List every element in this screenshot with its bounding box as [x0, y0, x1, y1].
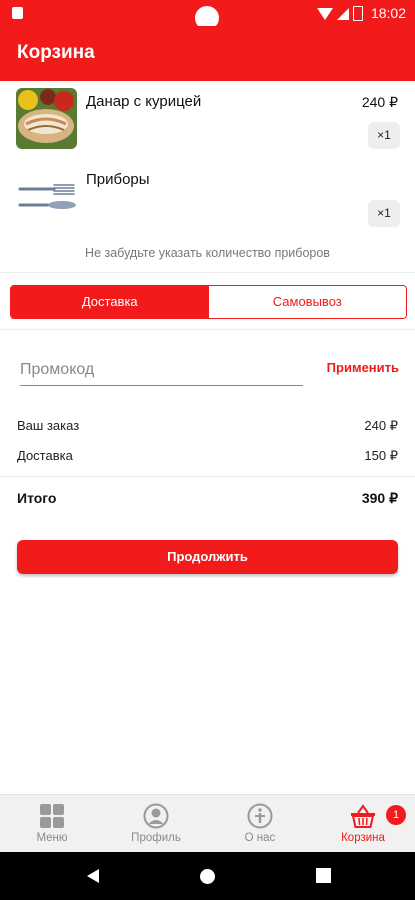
tab-label: Меню — [36, 832, 68, 844]
promo-field[interactable] — [20, 357, 303, 386]
recents-icon[interactable] — [316, 868, 331, 883]
quantity-stepper[interactable]: ×1 — [368, 200, 400, 227]
order-value: 240 ₽ — [364, 418, 398, 433]
delivery-toggle[interactable]: Доставка Самовывоз — [10, 285, 407, 319]
delivery-value: 150 ₽ — [364, 448, 398, 463]
food-thumbnail — [16, 88, 77, 149]
cutlery-hint: Не забудьте указать количество приборов — [85, 246, 330, 260]
item-price: 240 ₽ — [361, 94, 398, 110]
status-icons — [317, 6, 363, 21]
tab-label: Профиль — [131, 832, 181, 844]
battery-icon — [353, 6, 363, 21]
back-icon[interactable] — [85, 868, 101, 884]
status-bar: 18:02 — [0, 0, 415, 30]
item-name: Приборы — [86, 171, 150, 188]
tab-label: Корзина — [341, 832, 385, 844]
cart-item[interactable]: Данар с курицей 240 ₽ ×1 — [0, 85, 415, 155]
continue-button[interactable]: Продолжить — [17, 540, 398, 574]
page-title: Корзина — [17, 42, 95, 63]
grid-icon — [40, 804, 64, 828]
info-icon — [247, 803, 273, 829]
apply-promo-button[interactable]: Применить — [327, 360, 399, 375]
app-bar: Корзина — [0, 26, 415, 81]
signal-icon — [337, 7, 349, 20]
tab-delivery[interactable]: Доставка — [11, 286, 209, 318]
divider — [0, 476, 415, 477]
item-name: Данар с курицей — [86, 93, 202, 110]
cart-item[interactable]: Приборы ×1 — [0, 165, 415, 235]
status-time: 18:02 — [370, 5, 406, 21]
home-icon[interactable] — [199, 868, 216, 885]
wifi-icon — [317, 7, 333, 20]
divider — [0, 329, 415, 330]
person-icon — [143, 803, 169, 829]
total-row: Итого 390 ₽ — [17, 490, 398, 506]
basket-icon — [351, 804, 375, 828]
delivery-label: Доставка — [17, 448, 73, 463]
quantity-stepper[interactable]: ×1 — [368, 122, 400, 149]
tab-menu[interactable]: Меню — [0, 795, 104, 853]
bottom-tab-bar: Меню Профиль О нас Корзина — [0, 794, 415, 853]
tab-profile[interactable]: Профиль — [104, 795, 208, 853]
total-label: Итого — [17, 490, 57, 506]
delivery-row: Доставка 150 ₽ — [17, 448, 398, 463]
promo-input[interactable] — [20, 357, 303, 383]
cutlery-thumbnail — [16, 165, 77, 226]
sim-card-icon — [12, 7, 23, 19]
order-label: Ваш заказ — [17, 418, 80, 433]
total-value: 390 ₽ — [361, 490, 398, 506]
tab-label: О нас — [244, 832, 276, 844]
cart-count-badge: 1 — [386, 805, 406, 825]
system-nav-bar — [0, 852, 415, 900]
order-row: Ваш заказ 240 ₽ — [17, 418, 398, 433]
tab-about[interactable]: О нас — [208, 795, 312, 853]
tab-pickup[interactable]: Самовывоз — [208, 286, 406, 318]
divider — [0, 272, 415, 273]
